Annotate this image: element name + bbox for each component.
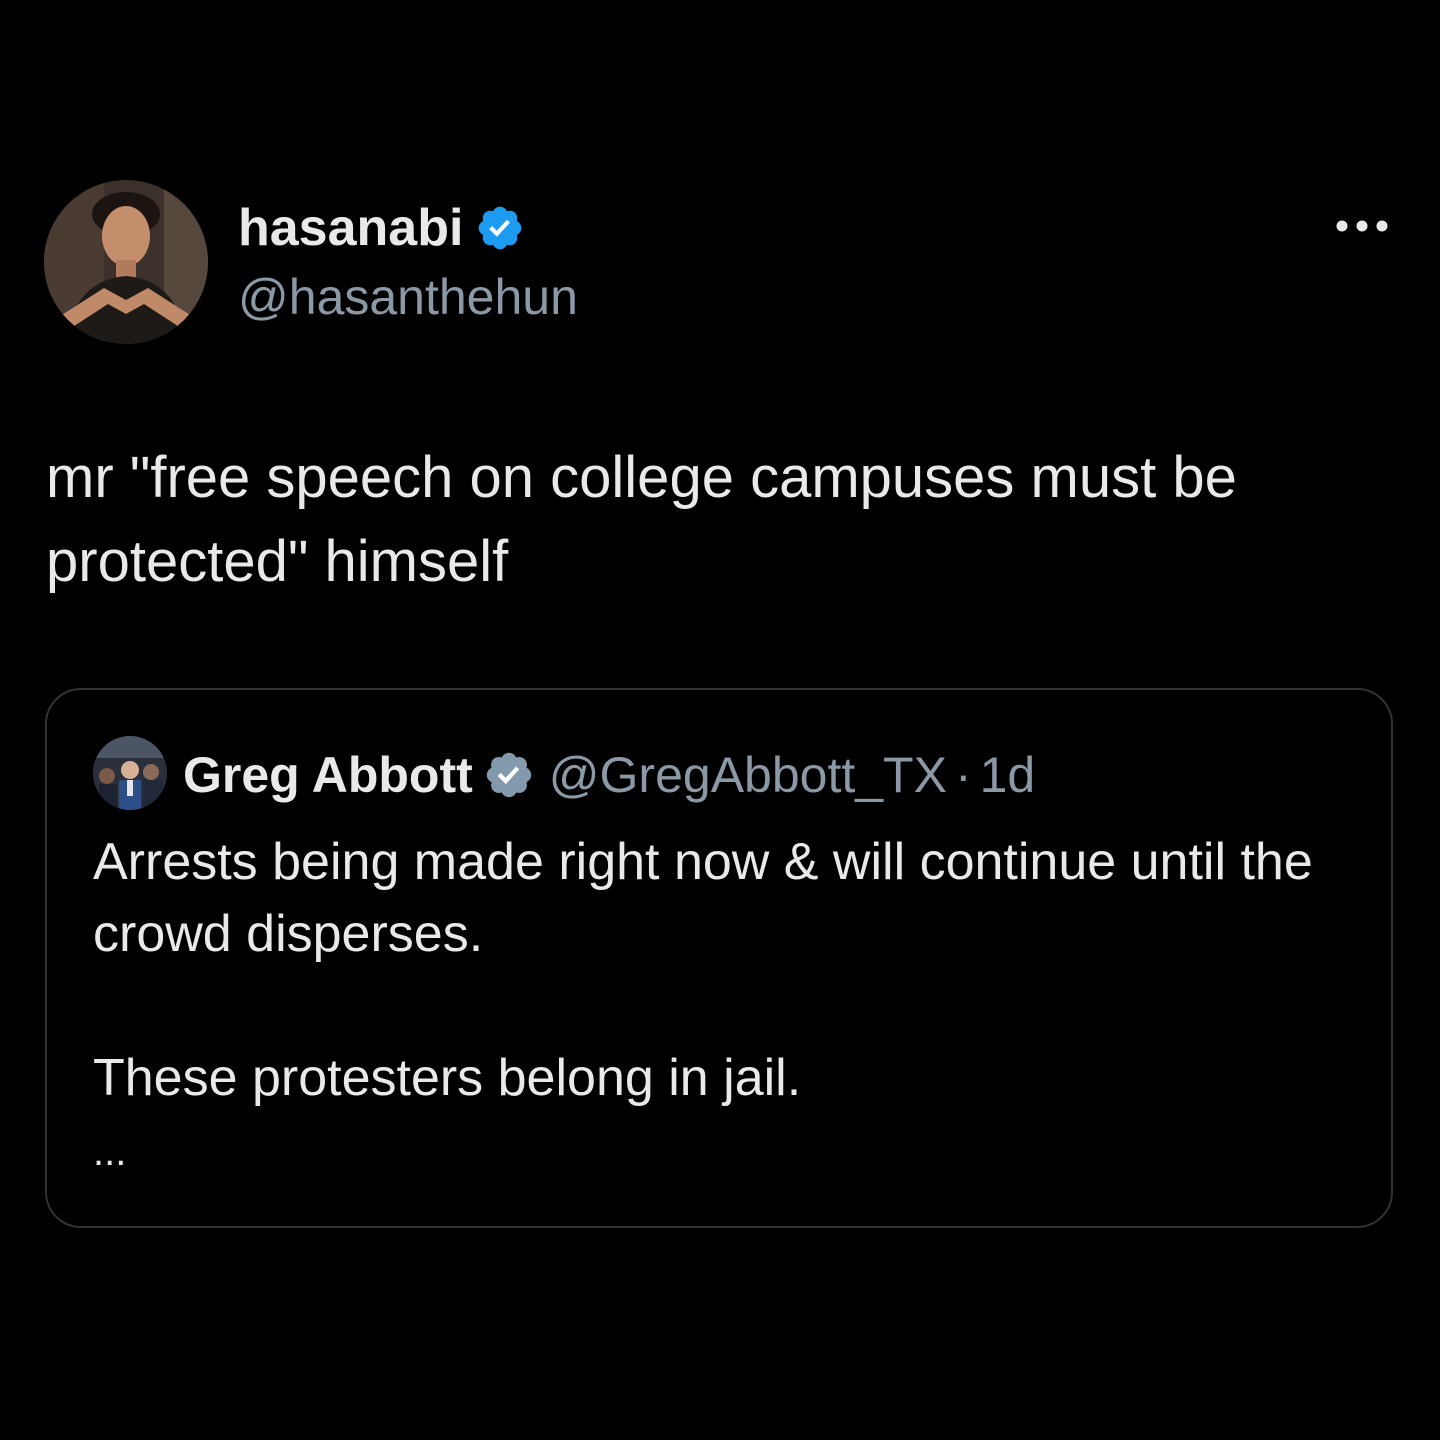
quoted-text: Arrests being made right now & will cont… — [93, 826, 1353, 1114]
quoted-header: Greg Abbott @GregAbbott_TX · 1d — [183, 740, 1035, 810]
tweet-text: mr "free speech on college campuses must… — [46, 445, 1253, 594]
verified-badge-icon — [479, 206, 522, 250]
quoted-handle[interactable]: @GregAbbott_TX — [549, 746, 947, 804]
quoted-paragraph: These protesters belong in jail. — [93, 1049, 802, 1107]
author-display-name[interactable]: hasanabi — [238, 196, 463, 260]
government-verified-badge-icon — [486, 752, 531, 798]
tweet: hasanabi @hasanthehun mr "free speech on… — [0, 0, 1440, 1440]
quoted-separator: · — [954, 747, 972, 803]
quoted-paragraph: Arrests being made right now & will cont… — [93, 833, 1313, 963]
author-handle[interactable]: @hasanthehun — [238, 266, 578, 328]
more-options-button[interactable] — [1330, 206, 1394, 246]
author-avatar[interactable] — [44, 180, 208, 344]
quoted-author-avatar[interactable] — [93, 736, 167, 810]
quoted-tweet-card[interactable]: Greg Abbott @GregAbbott_TX · 1d Arrests … — [45, 688, 1393, 1228]
avatar-photo — [44, 180, 208, 344]
quoted-timestamp[interactable]: 1d — [980, 746, 1036, 804]
more-horizontal-icon — [1336, 220, 1388, 232]
quoted-avatar-photo — [93, 736, 167, 810]
author-name-row[interactable]: hasanabi — [238, 196, 525, 260]
quoted-truncation: ... — [93, 1130, 127, 1174]
quoted-display-name[interactable]: Greg Abbott — [183, 746, 473, 804]
